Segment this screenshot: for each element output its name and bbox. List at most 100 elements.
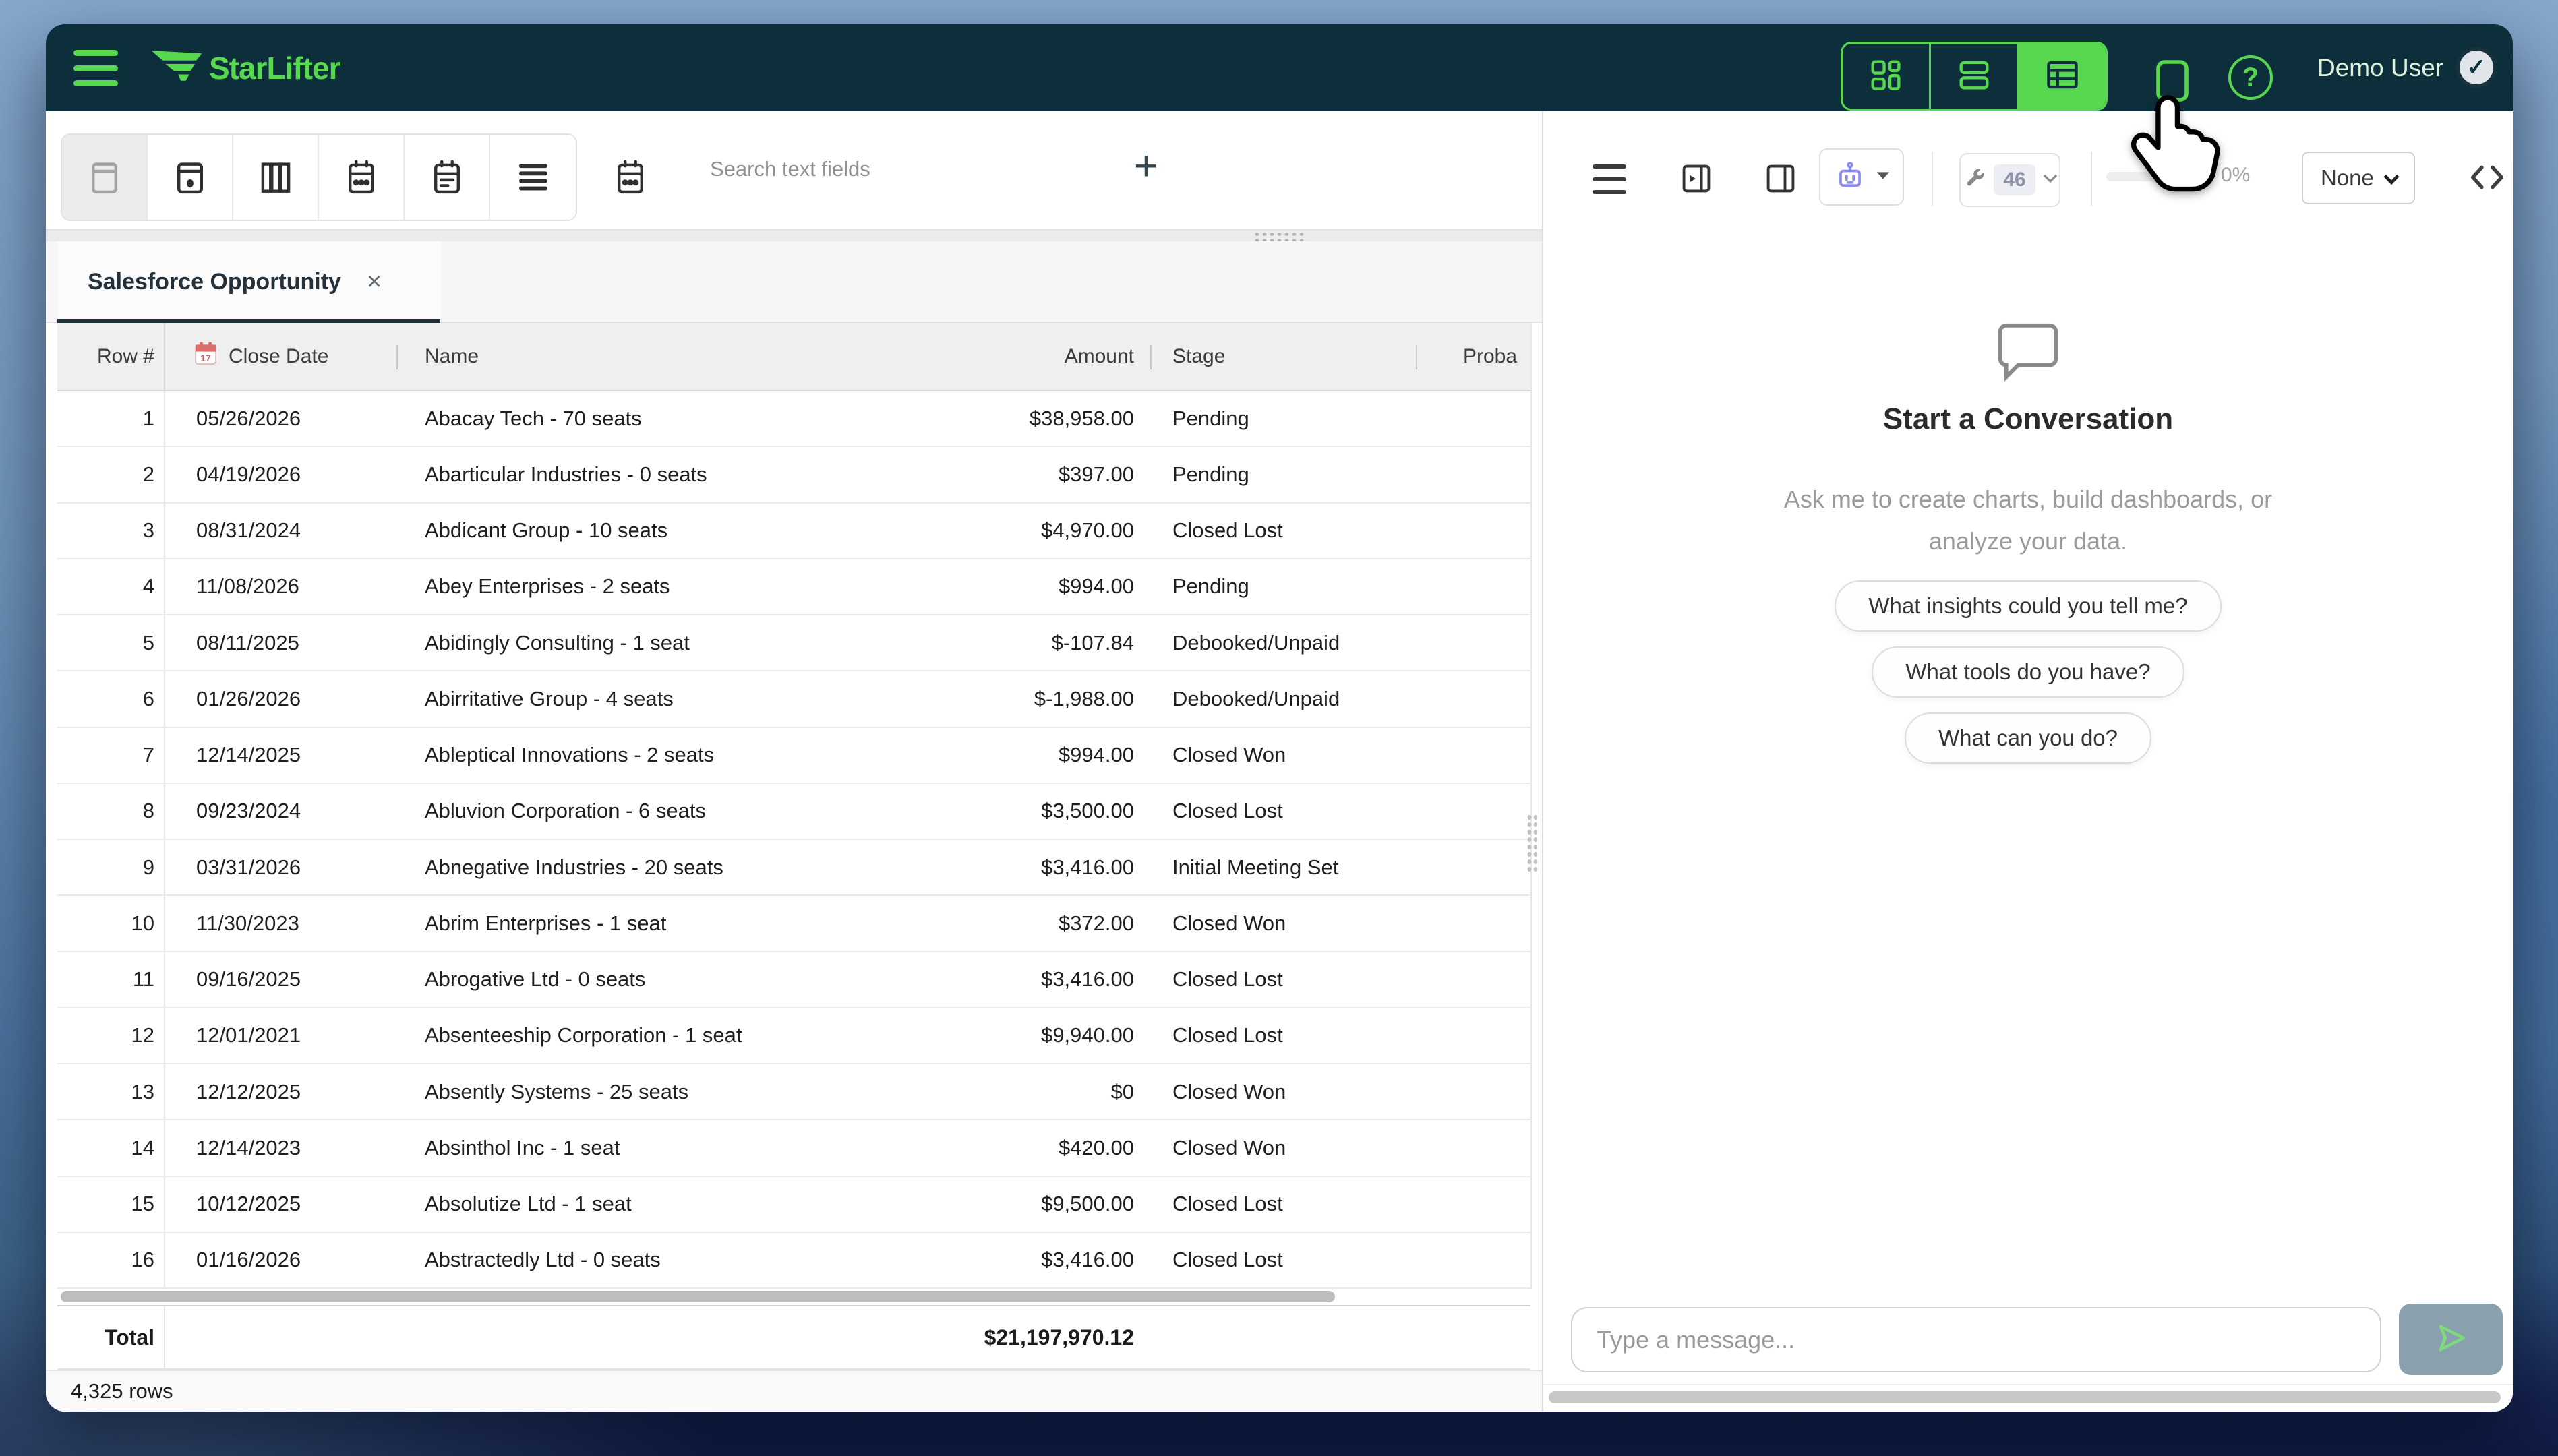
card-dot-button[interactable] xyxy=(148,135,233,220)
cell-probability xyxy=(1416,784,1530,839)
table-row[interactable]: 7 12/14/2025 Ableptical Innovations - 2 … xyxy=(57,728,1530,784)
table-row[interactable]: 10 11/30/2023 Abrim Enterprises - 1 seat… xyxy=(57,896,1530,952)
hamburger-menu-button[interactable] xyxy=(73,50,118,86)
table-view-button[interactable] xyxy=(2019,44,2106,109)
table-row[interactable]: 4 11/08/2026 Abey Enterprises - 2 seats … xyxy=(57,559,1530,615)
horizontal-resize-strip[interactable] xyxy=(46,229,1542,241)
table-row[interactable]: 6 01/26/2026 Abirritative Group - 4 seat… xyxy=(57,671,1530,727)
cell-name: Abey Enterprises - 2 seats xyxy=(396,559,814,614)
header-amount[interactable]: Amount xyxy=(814,323,1150,390)
horizontal-scrollbar[interactable] xyxy=(61,1291,1335,1302)
cell-row-number: 9 xyxy=(57,840,165,894)
drag-grip-icon xyxy=(1253,231,1307,241)
cell-close-date: 12/14/2025 xyxy=(165,728,396,783)
context-select[interactable]: None xyxy=(2302,152,2415,204)
cell-close-date: 11/08/2026 xyxy=(165,559,396,614)
code-view-button[interactable] xyxy=(2466,156,2509,202)
cell-probability xyxy=(1416,1008,1530,1063)
cell-row-number: 11 xyxy=(57,952,165,1007)
header-row-number[interactable]: Row # xyxy=(57,323,165,390)
table-row[interactable]: 12 12/01/2021 Absenteeship Corporation -… xyxy=(57,1008,1530,1064)
columns-button[interactable] xyxy=(233,135,319,220)
cell-close-date: 12/12/2025 xyxy=(165,1064,396,1119)
table-row[interactable]: 8 09/23/2024 Abluvion Corporation - 6 se… xyxy=(57,784,1530,840)
topbar: StarLifter xyxy=(46,24,2513,111)
card-lines-button[interactable] xyxy=(405,135,490,220)
cell-probability xyxy=(1416,728,1530,783)
send-button[interactable] xyxy=(2399,1304,2503,1375)
cell-probability xyxy=(1416,504,1530,558)
header-probability[interactable]: Proba xyxy=(1416,323,1530,390)
table-row[interactable]: 9 03/31/2026 Abnegative Industries - 20 … xyxy=(57,840,1530,896)
table-row[interactable]: 15 10/12/2025 Absolutize Ltd - 1 seat $9… xyxy=(57,1177,1530,1233)
suggestion-pill[interactable]: What insights could you tell me? xyxy=(1835,580,2221,632)
table-row[interactable]: 13 12/12/2025 Absently Systems - 25 seat… xyxy=(57,1064,1530,1120)
total-label: Total xyxy=(57,1306,165,1368)
panel-menu-button[interactable] xyxy=(1593,164,1626,194)
grid-view-button[interactable] xyxy=(1843,44,1931,109)
cell-row-number: 3 xyxy=(57,504,165,558)
sidebar-layout-button[interactable] xyxy=(1763,161,1798,200)
rows-view-button[interactable] xyxy=(1931,44,2019,109)
cell-amount: $-1,988.00 xyxy=(814,671,1150,726)
suggestion-label: What insights could you tell me? xyxy=(1868,593,2187,619)
table-row[interactable]: 3 08/31/2024 Abdicant Group - 10 seats $… xyxy=(57,504,1530,559)
panel-resize-grip[interactable] xyxy=(1526,814,1538,872)
view-switcher xyxy=(1841,42,2108,111)
list-lines-button[interactable] xyxy=(490,135,576,220)
cell-stage: Initial Meeting Set xyxy=(1150,840,1416,894)
table-row[interactable]: 14 12/14/2023 Absinthol Inc - 1 seat $42… xyxy=(57,1120,1530,1176)
table-row[interactable]: 1 05/26/2026 Abacay Tech - 70 seats $38,… xyxy=(57,391,1530,447)
search-input[interactable] xyxy=(710,149,1092,189)
user-menu[interactable]: Demo User xyxy=(2317,24,2443,111)
header-close-date[interactable]: 17 Close Date xyxy=(165,323,396,390)
cell-row-number: 4 xyxy=(57,559,165,614)
card-blank-button[interactable] xyxy=(62,135,148,220)
table-row[interactable]: 2 04/19/2026 Abarticular Industries - 0 … xyxy=(57,447,1530,503)
cell-row-number: 12 xyxy=(57,1008,165,1063)
cell-amount: $397.00 xyxy=(814,447,1150,502)
table-row[interactable]: 5 08/11/2025 Abidingly Consulting - 1 se… xyxy=(57,615,1530,671)
cell-probability xyxy=(1416,615,1530,670)
cell-stage: Closed Lost xyxy=(1150,1233,1416,1287)
subtitle-line-2: analyze your data. xyxy=(1543,520,2513,562)
agent-selector-button[interactable] xyxy=(1819,148,1904,206)
cell-amount: $9,940.00 xyxy=(814,1008,1150,1063)
cell-stage: Debooked/Unpaid xyxy=(1150,671,1416,726)
help-button[interactable]: ? xyxy=(2228,55,2273,100)
tool-count-value: 46 xyxy=(1994,164,2035,195)
header-stage[interactable]: Stage xyxy=(1150,323,1416,390)
rows-view-icon xyxy=(1955,55,1994,98)
suggestion-pill[interactable]: What tools do you have? xyxy=(1872,646,2184,698)
suggestion-label: What tools do you have? xyxy=(1905,659,2150,685)
avatar[interactable]: ✓ xyxy=(2456,47,2497,88)
cell-amount: $3,416.00 xyxy=(814,840,1150,894)
table-area: + Salesforce Opportunity × Row # xyxy=(46,111,1542,1412)
calendar-dots-button[interactable] xyxy=(587,133,673,221)
tab-salesforce-opportunity[interactable]: Salesforce Opportunity × xyxy=(57,241,440,323)
cell-stage: Closed Won xyxy=(1150,1064,1416,1119)
cell-amount: $38,958.00 xyxy=(814,391,1150,446)
card-dots-button[interactable] xyxy=(319,135,405,220)
total-row: Total $21,197,970.12 xyxy=(57,1305,1530,1370)
suggestion-pill[interactable]: What can you do? xyxy=(1905,712,2151,764)
cell-amount: $994.00 xyxy=(814,728,1150,783)
cell-name: Absently Systems - 25 seats xyxy=(396,1064,814,1119)
chat-panel-toggle-button[interactable] xyxy=(2149,54,2196,111)
cell-stage: Pending xyxy=(1150,391,1416,446)
cell-stage: Closed Won xyxy=(1150,728,1416,783)
header-name[interactable]: Name xyxy=(396,323,814,390)
add-button[interactable]: + xyxy=(1122,135,1170,196)
tab-close-icon[interactable]: × xyxy=(367,268,382,297)
panel-scrollbar[interactable] xyxy=(1549,1391,2501,1403)
table-row[interactable]: 16 01/16/2026 Abstractedly Ltd - 0 seats… xyxy=(57,1233,1530,1289)
cell-name: Absenteeship Corporation - 1 seat xyxy=(396,1008,814,1063)
chat-message-input[interactable] xyxy=(1571,1307,2381,1372)
layout-icon-group xyxy=(61,133,577,221)
panel-divider xyxy=(1543,1384,2513,1385)
brand-name: StarLifter xyxy=(209,50,340,86)
suggestion-list: What insights could you tell me? What to… xyxy=(1543,580,2513,764)
tool-count-button[interactable]: 46 xyxy=(1959,153,2060,207)
table-row[interactable]: 11 09/16/2025 Abrogative Ltd - 0 seats $… xyxy=(57,952,1530,1008)
expand-panel-button[interactable] xyxy=(1679,161,1714,200)
